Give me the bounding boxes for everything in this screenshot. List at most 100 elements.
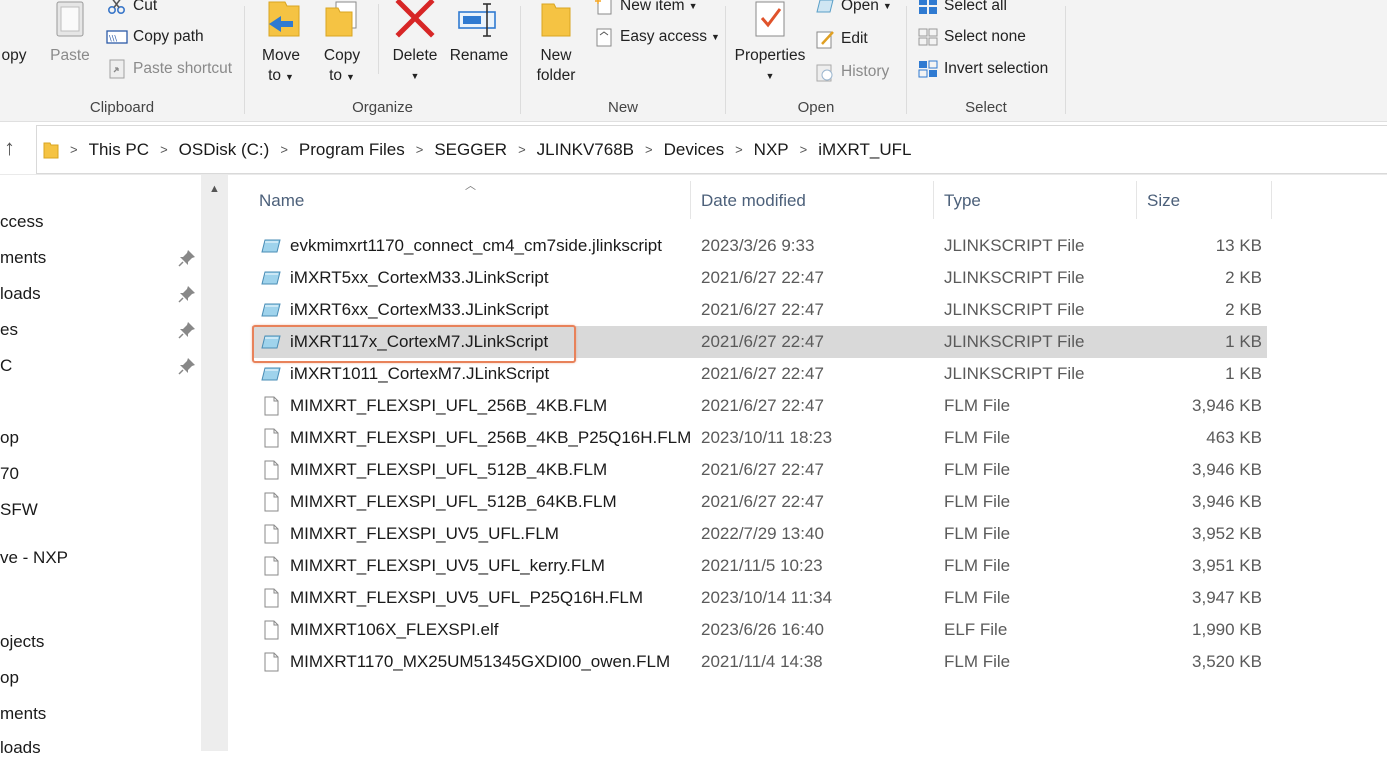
chevron-right-icon[interactable]: > bbox=[518, 142, 526, 157]
file-date: 2021/11/5 10:23 bbox=[701, 556, 823, 575]
copy-button[interactable]: opy bbox=[0, 46, 34, 66]
column-header-date[interactable]: Date modified bbox=[691, 175, 933, 221]
organize-inner-separator bbox=[378, 4, 379, 74]
file-name: MIMXRT_FLEXSPI_UFL_512B_64KB.FLM bbox=[290, 492, 617, 511]
move-to-button[interactable]: Move to ▼ bbox=[253, 0, 309, 87]
properties-button[interactable]: Properties ▼ bbox=[732, 0, 808, 86]
scroll-up-arrow-icon[interactable]: ▲ bbox=[207, 183, 222, 195]
paste-shortcut-button[interactable]: Paste shortcut bbox=[106, 59, 232, 79]
chevron-right-icon[interactable]: > bbox=[800, 142, 808, 157]
nav-item-quick-access[interactable]: ccess bbox=[0, 212, 43, 232]
breadcrumb-imxrt-ufl[interactable]: iMXRT_UFL bbox=[818, 140, 911, 160]
easy-access-button[interactable]: Easy access ▼ bbox=[593, 27, 720, 47]
pin-icon[interactable] bbox=[178, 321, 196, 339]
folder-icon bbox=[43, 142, 59, 158]
breadcrumb-nxp[interactable]: NXP bbox=[754, 140, 789, 160]
rename-label: Rename bbox=[449, 47, 509, 64]
file-icon bbox=[264, 396, 279, 416]
column-name-label: Name bbox=[259, 191, 305, 210]
address-bar[interactable]: > This PC > OSDisk (C:) > Program Files … bbox=[36, 125, 1387, 174]
up-arrow-icon[interactable]: ↑ bbox=[4, 135, 15, 161]
nav-item-desktop[interactable]: op bbox=[0, 428, 19, 448]
file-type: FLM File bbox=[944, 396, 1011, 415]
file-icon bbox=[264, 460, 279, 480]
breadcrumb-osdisk[interactable]: OSDisk (C:) bbox=[179, 140, 270, 160]
breadcrumb-program-files[interactable]: Program Files bbox=[299, 140, 405, 160]
nav-item-downloads-2[interactable]: loads bbox=[0, 738, 41, 758]
file-date: 2021/6/27 22:47 bbox=[701, 268, 824, 287]
file-row[interactable]: MIMXRT_FLEXSPI_UV5_UFL.FLM 2022/7/29 13:4… bbox=[252, 518, 1267, 550]
paste-button[interactable]: Paste bbox=[48, 0, 92, 66]
file-size: 3,946 KB bbox=[1192, 396, 1262, 415]
file-row[interactable]: evkmimxrt1170_connect_cm4_cm7side.jlinks… bbox=[252, 230, 1267, 262]
nav-item-folder-70[interactable]: 70 bbox=[0, 464, 19, 484]
breadcrumb-segger[interactable]: SEGGER bbox=[434, 140, 507, 160]
copy-path-button[interactable]: \\\ Copy path bbox=[106, 27, 204, 47]
file-row[interactable]: MIMXRT_FLEXSPI_UFL_512B_4KB.FLM 2021/6/27… bbox=[252, 454, 1267, 486]
delete-button[interactable]: Delete ▼ bbox=[387, 0, 443, 86]
file-row[interactable]: MIMXRT_FLEXSPI_UFL_256B_4KB.FLM 2021/6/27… bbox=[252, 390, 1267, 422]
column-header-type[interactable]: Type bbox=[934, 175, 1136, 221]
chevron-right-icon[interactable]: > bbox=[735, 142, 743, 157]
file-name: MIMXRT106X_FLEXSPI.elf bbox=[290, 620, 499, 639]
file-type: JLINKSCRIPT File bbox=[944, 300, 1085, 319]
edit-button[interactable]: Edit bbox=[814, 29, 868, 49]
script-file-icon bbox=[261, 303, 281, 317]
nav-item-sfw[interactable]: SFW bbox=[0, 500, 38, 520]
file-row[interactable]: iMXRT5xx_CortexM33.JLinkScript 2021/6/27 … bbox=[252, 262, 1267, 294]
chevron-right-icon[interactable]: > bbox=[280, 142, 288, 157]
nav-item-documents-2[interactable]: ments bbox=[0, 704, 46, 724]
column-header-name[interactable]: Name bbox=[252, 175, 690, 221]
rename-button[interactable]: Rename bbox=[447, 0, 511, 66]
copy-to-button[interactable]: Copy to ▼ bbox=[317, 0, 367, 87]
dropdown-arrow-icon: ▼ bbox=[765, 71, 775, 81]
file-row[interactable]: MIMXRT1170_MX25UM51345GXDI00_owen.FLM 202… bbox=[252, 646, 1267, 678]
file-row[interactable]: MIMXRT106X_FLEXSPI.elf 2023/6/26 16:40 ELF… bbox=[252, 614, 1267, 646]
nav-item-pc[interactable]: C bbox=[0, 356, 12, 376]
svg-text:\\\: \\\ bbox=[109, 34, 117, 43]
file-date: 2021/11/4 14:38 bbox=[701, 652, 823, 671]
chevron-right-icon[interactable]: > bbox=[160, 142, 168, 157]
chevron-right-icon[interactable]: > bbox=[416, 142, 424, 157]
file-size: 3,946 KB bbox=[1192, 460, 1262, 479]
pin-icon[interactable] bbox=[178, 285, 196, 303]
cut-button[interactable]: Cut bbox=[106, 0, 157, 16]
file-icon bbox=[264, 652, 279, 672]
pin-icon[interactable] bbox=[178, 357, 196, 375]
dropdown-arrow-icon: ▼ bbox=[410, 71, 420, 81]
file-row[interactable]: iMXRT6xx_CortexM33.JLinkScript 2021/6/27 … bbox=[252, 294, 1267, 326]
column-separator[interactable] bbox=[1271, 181, 1272, 219]
chevron-right-icon[interactable]: > bbox=[70, 142, 78, 157]
history-button[interactable]: History bbox=[814, 62, 889, 82]
nav-item-desktop-2[interactable]: op bbox=[0, 668, 19, 688]
delete-x-icon bbox=[395, 0, 435, 38]
file-row[interactable]: MIMXRT_FLEXSPI_UV5_UFL_kerry.FLM 2021/11/… bbox=[252, 550, 1267, 582]
nav-scrollbar[interactable]: ▲ bbox=[201, 175, 228, 751]
nav-item-onedrive-nxp[interactable]: ve - NXP bbox=[0, 548, 68, 568]
select-none-button[interactable]: Select none bbox=[917, 27, 1026, 47]
file-row[interactable]: MIMXRT_FLEXSPI_UFL_512B_64KB.FLM 2021/6/2… bbox=[252, 486, 1267, 518]
open-label: Open bbox=[841, 0, 879, 14]
invert-selection-label: Invert selection bbox=[944, 60, 1049, 77]
chevron-right-icon[interactable]: > bbox=[645, 142, 653, 157]
new-folder-button[interactable]: New folder bbox=[531, 0, 581, 86]
file-type: FLM File bbox=[944, 652, 1011, 671]
nav-item-3d-objects[interactable]: ojects bbox=[0, 632, 44, 652]
ribbon: opy Paste Cut \\\ Copy path Paste shortc… bbox=[0, 0, 1387, 122]
file-row[interactable]: MIMXRT_FLEXSPI_UV5_UFL_P25Q16H.FLM 2023/1… bbox=[252, 582, 1267, 614]
nav-item-downloads[interactable]: loads bbox=[0, 284, 41, 304]
file-row[interactable]: MIMXRT_FLEXSPI_UFL_256B_4KB_P25Q16H.FLM 2… bbox=[252, 422, 1267, 454]
breadcrumb-devices[interactable]: Devices bbox=[664, 140, 724, 160]
invert-selection-button[interactable]: Invert selection bbox=[917, 59, 1048, 79]
nav-item-pictures[interactable]: es bbox=[0, 320, 18, 340]
breadcrumb-jlink[interactable]: JLINKV768B bbox=[537, 140, 634, 160]
history-label: History bbox=[841, 63, 890, 80]
file-name: MIMXRT_FLEXSPI_UFL_256B_4KB.FLM bbox=[290, 396, 608, 415]
new-item-button[interactable]: New item ▼ bbox=[593, 0, 698, 16]
nav-item-documents[interactable]: ments bbox=[0, 248, 46, 268]
open-button[interactable]: Open ▼ bbox=[814, 0, 892, 16]
pin-icon[interactable] bbox=[178, 249, 196, 267]
column-header-size[interactable]: Size bbox=[1137, 175, 1271, 221]
select-all-button[interactable]: Select all bbox=[917, 0, 1007, 16]
breadcrumb-this-pc[interactable]: This PC bbox=[89, 140, 149, 160]
